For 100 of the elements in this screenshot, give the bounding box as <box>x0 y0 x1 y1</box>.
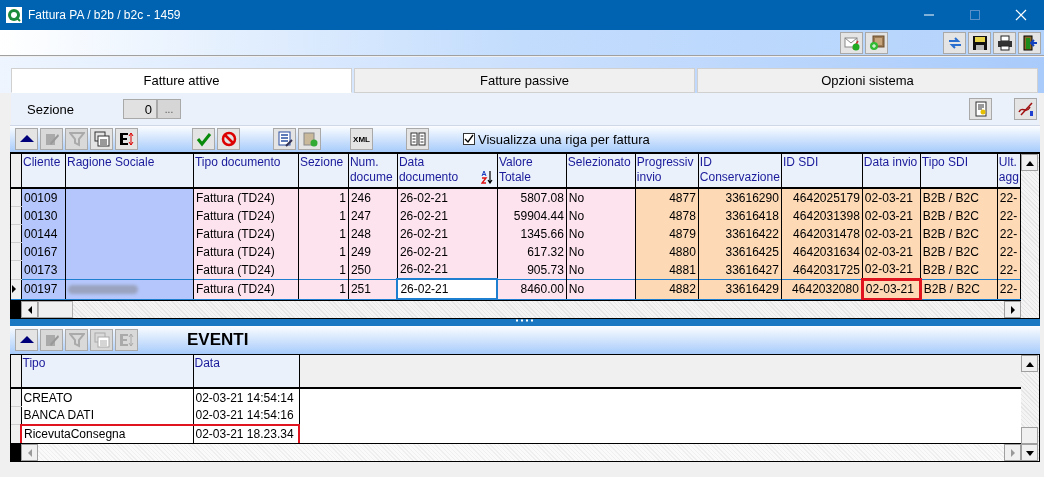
sort-letters-icon <box>118 332 135 348</box>
table-cell: 02-03-21 <box>862 279 921 299</box>
row-selector[interactable] <box>11 242 22 261</box>
list-icon <box>93 332 110 348</box>
columns-icon <box>409 131 426 147</box>
column-header[interactable]: Tipo <box>21 355 193 388</box>
exit-icon <box>1021 34 1038 51</box>
edit-list-icon <box>276 131 293 147</box>
clipboard-button[interactable] <box>298 128 321 150</box>
sync-icon <box>946 34 963 51</box>
table-cell: 22- <box>997 279 1021 299</box>
column-header[interactable]: Tipo documento <box>193 154 299 188</box>
row-selector[interactable] <box>11 260 22 279</box>
mail-icon <box>843 34 860 51</box>
save-icon <box>971 34 988 51</box>
table-cell: 00197 <box>21 279 66 299</box>
column-header[interactable]: Progressiv invio <box>635 154 699 188</box>
column-header[interactable]: Tipo SDI <box>920 154 998 188</box>
sort-button[interactable] <box>115 128 138 150</box>
table-cell: 33616429 <box>698 279 782 299</box>
checkmark-icon <box>195 131 212 147</box>
xml-button[interactable]: XML <box>350 128 373 150</box>
column-header[interactable]: ID SDI <box>781 154 863 188</box>
section-field[interactable]: 0 <box>123 99 157 119</box>
tab[interactable]: Fatture attive <box>11 68 352 93</box>
document-icon <box>972 101 989 117</box>
save-button[interactable] <box>968 31 991 54</box>
column-header[interactable]: Num. docume <box>348 154 398 188</box>
column-header[interactable]: ID Conservazione <box>698 154 782 188</box>
app-icon <box>6 7 22 23</box>
collapse-button[interactable] <box>15 128 38 150</box>
column-header[interactable]: Cliente <box>21 154 66 188</box>
scroll-thumb[interactable] <box>38 301 73 318</box>
column-header[interactable]: Ult. agg <box>997 154 1021 188</box>
print-icon <box>996 34 1013 51</box>
row-selector[interactable] <box>11 279 22 299</box>
maximize-icon <box>969 9 981 21</box>
scroll-down-button[interactable] <box>1021 444 1038 461</box>
table-cell: Fattura (TD24) <box>193 279 299 299</box>
sign-button[interactable] <box>1014 98 1037 120</box>
forbidden-icon <box>220 131 237 147</box>
table-cell: 26-02-21 <box>397 279 498 299</box>
window-title: Fattura PA / b2b / b2c - 1459 <box>28 8 182 22</box>
sort-letters-icon <box>118 131 135 147</box>
scroll-right-button[interactable] <box>1004 301 1021 318</box>
report-button[interactable] <box>969 98 992 120</box>
filter-icon <box>68 332 85 348</box>
tab[interactable]: Fatture passive <box>354 68 695 93</box>
list-button[interactable] <box>90 128 113 150</box>
table-cell: No <box>566 279 636 299</box>
table-cell: 02-03-21 18.23.34 <box>193 424 299 443</box>
send-mail-button[interactable] <box>840 31 863 54</box>
scroll-left-button[interactable] <box>21 301 38 318</box>
column-header[interactable]: Ragione Sociale <box>65 154 194 188</box>
row-selector[interactable] <box>11 206 22 225</box>
row-selector[interactable] <box>11 388 21 407</box>
table-cell: 1 <box>298 279 349 299</box>
scroll-thumb[interactable] <box>1021 427 1038 444</box>
add-window-button[interactable] <box>865 31 888 54</box>
panel-title: EVENTI <box>187 330 249 350</box>
edit-list-button[interactable] <box>273 128 296 150</box>
checkbox[interactable] <box>463 133 475 145</box>
print-button[interactable] <box>993 31 1016 54</box>
column-header[interactable]: Valore Totale <box>497 154 567 188</box>
row-selector[interactable] <box>11 224 22 243</box>
tab[interactable]: Opzioni sistema <box>697 68 1038 93</box>
table-cell: 4882 <box>635 279 699 299</box>
checkmark-icon <box>464 134 474 144</box>
edit-icon <box>43 332 60 348</box>
exit-button[interactable] <box>1018 31 1041 54</box>
row-selector[interactable] <box>11 188 22 207</box>
table-cell: 4642032080 <box>781 279 863 299</box>
column-header[interactable]: Data invio <box>862 154 921 188</box>
table-cell: 251 <box>348 279 398 299</box>
column-header[interactable]: Data documento <box>397 154 498 188</box>
table-cell: B2B / B2C <box>920 279 998 299</box>
table-cell: RicevutaConsegna <box>21 424 193 443</box>
clipboard-icon <box>301 131 318 147</box>
sync-button[interactable] <box>943 31 966 54</box>
cancel-button[interactable] <box>217 128 240 150</box>
splitter-handle-icon[interactable] <box>515 319 535 322</box>
scroll-up-button[interactable] <box>1021 154 1038 171</box>
confirm-button[interactable] <box>192 128 215 150</box>
filter-icon <box>68 131 85 147</box>
window-add-icon <box>868 34 885 51</box>
signature-icon <box>1017 101 1034 117</box>
lookup-button[interactable]: ... <box>157 99 181 119</box>
table-cell: 8460.00 <box>497 279 567 299</box>
scroll-up-button[interactable] <box>1021 355 1038 372</box>
collapse-button[interactable] <box>15 329 38 351</box>
column-header[interactable]: Selezionato <box>566 154 636 188</box>
close-icon[interactable] <box>1015 9 1027 21</box>
column-header[interactable]: Sezione <box>298 154 349 188</box>
edit-icon <box>43 131 60 147</box>
list-icon <box>93 131 110 147</box>
column-header[interactable]: Data <box>193 355 299 388</box>
field-label: Sezione <box>27 101 75 117</box>
blurred-text <box>67 285 138 295</box>
checkbox-label: Visualizza una riga per fattura <box>478 131 650 147</box>
columns-button[interactable] <box>406 128 429 150</box>
